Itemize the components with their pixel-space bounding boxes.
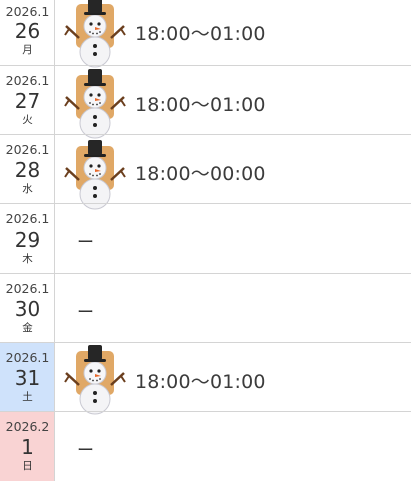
snowman-icon [64, 345, 126, 415]
year-month: 2026.2 [5, 419, 50, 434]
schedule-cell: ー [55, 274, 411, 343]
weekday: 木 [22, 253, 33, 265]
weekday: 土 [22, 391, 33, 403]
date-cell: 2026.1 30 金 [0, 274, 55, 343]
day-row[interactable]: 2026.1 27 火 18:00〜01:00 [0, 65, 411, 139]
day-row[interactable]: 2026.1 30 金 ー [0, 273, 411, 343]
snowman-icon [64, 69, 126, 139]
no-schedule-dash: ー [77, 441, 94, 461]
day-number: 27 [14, 89, 41, 113]
year-month: 2026.1 [5, 142, 50, 157]
snowman-icon [64, 0, 126, 68]
schedule-cell: 18:00〜00:00 [55, 135, 411, 210]
day-row[interactable]: 2026.1 29 木 ー [0, 203, 411, 274]
day-number: 26 [14, 19, 41, 43]
year-month: 2026.1 [5, 281, 50, 296]
day-number: 29 [14, 228, 41, 252]
date-cell: 2026.1 28 水 [0, 135, 55, 204]
no-schedule-dash: ー [77, 303, 94, 323]
day-row[interactable]: 2026.1 31 土 18:00〜01:00 [0, 342, 411, 415]
day-number: 30 [14, 297, 41, 321]
date-cell-saturday: 2026.1 31 土 [0, 343, 55, 412]
weekday: 火 [22, 114, 33, 126]
day-row[interactable]: 2026.1 26 月 18:00〜01:00 [0, 0, 411, 68]
time-range: 18:00〜01:00 [135, 371, 266, 393]
time-range: 18:00〜00:00 [135, 163, 266, 185]
date-cell: 2026.1 27 火 [0, 66, 55, 135]
year-month: 2026.1 [5, 350, 50, 365]
schedule-cell: 18:00〜01:00 [55, 0, 411, 68]
schedule-cell: ー [55, 204, 411, 274]
date-cell-sunday: 2026.2 1 日 [0, 412, 55, 481]
day-row[interactable]: 2026.1 28 水 18:00〜00:00 [0, 134, 411, 210]
weekday: 日 [22, 460, 33, 472]
schedule-cell: ー [55, 412, 411, 481]
day-number: 28 [14, 158, 41, 182]
weekday: 月 [22, 44, 33, 56]
schedule-cell: 18:00〜01:00 [55, 66, 411, 139]
time-range: 18:00〜01:00 [135, 94, 266, 116]
day-number: 31 [14, 366, 41, 390]
year-month: 2026.1 [5, 73, 50, 88]
weekday: 水 [22, 183, 33, 195]
day-row[interactable]: 2026.2 1 日 ー [0, 411, 411, 481]
weekday: 金 [22, 322, 33, 334]
no-schedule-dash: ー [77, 233, 94, 253]
day-number: 1 [21, 435, 34, 459]
date-cell: 2026.1 26 月 [0, 0, 55, 65]
time-range: 18:00〜01:00 [135, 23, 266, 45]
snowman-icon [64, 140, 126, 210]
year-month: 2026.1 [5, 4, 50, 19]
year-month: 2026.1 [5, 211, 50, 226]
date-cell: 2026.1 29 木 [0, 204, 55, 274]
schedule-cell: 18:00〜01:00 [55, 343, 411, 415]
